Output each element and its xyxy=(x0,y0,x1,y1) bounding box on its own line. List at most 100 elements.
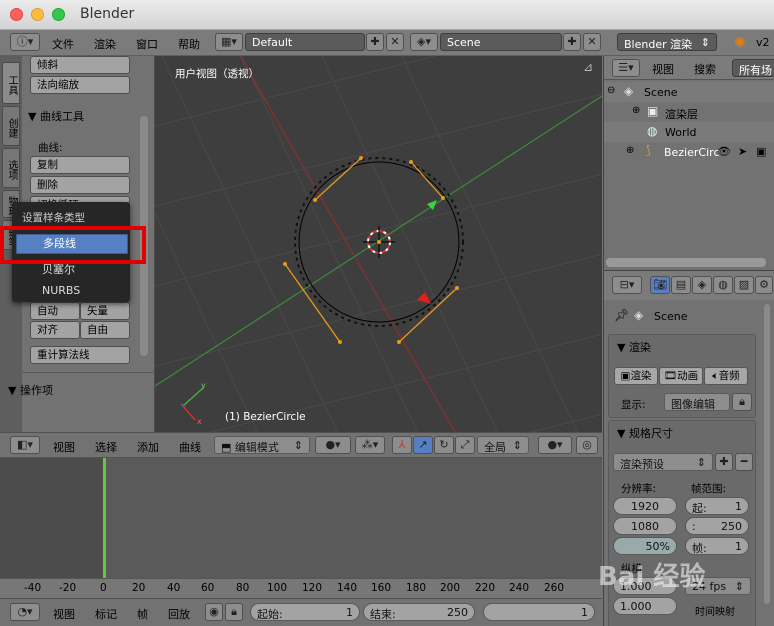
scale-icon[interactable]: ⤢ xyxy=(455,436,475,454)
add-screen-icon[interactable]: ✚ xyxy=(366,33,384,51)
delete-button[interactable]: 删除 xyxy=(30,176,130,194)
object-tab-icon[interactable]: ▨ xyxy=(734,276,754,294)
timeline-ruler[interactable]: -40 -20 0 20 40 60 80 100 120 140 160 18… xyxy=(0,578,602,598)
mode-select[interactable]: ⬒ 编辑模式 ⇕ xyxy=(214,436,310,454)
dimensions-panel-header[interactable]: ▼ 规格尺寸 xyxy=(617,425,673,441)
curve-tools-header[interactable]: ▼ 曲线工具 xyxy=(28,108,84,124)
current-frame-field[interactable]: 1 xyxy=(483,603,595,621)
render-camera-icon[interactable]: ▣ xyxy=(756,145,766,158)
menu-render[interactable]: 渲染 xyxy=(94,36,116,52)
render-tab-icon[interactable]: 📷︎ xyxy=(650,276,670,294)
control-point[interactable] xyxy=(441,196,445,200)
editor-type-info-icon[interactable]: ⓘ▾ xyxy=(10,33,40,51)
viewport-corner-icon[interactable]: ⊿ xyxy=(583,60,593,74)
tab-create[interactable]: 创建 xyxy=(2,106,20,146)
properties-scrollbar[interactable] xyxy=(764,304,770,604)
tab-tools[interactable]: 工具 xyxy=(2,62,20,104)
layer-icon[interactable]: ●▾ xyxy=(538,436,572,454)
resolution-percent-slider[interactable]: 50% xyxy=(613,537,677,555)
lock-interface-icon[interactable]: 🔒︎ xyxy=(732,393,752,411)
translate-icon[interactable]: ↗ xyxy=(413,436,433,454)
viewport-canvas[interactable]: y x xyxy=(155,56,602,432)
timeline-area[interactable]: -40 -20 0 20 40 60 80 100 120 140 160 18… xyxy=(0,458,602,598)
select-cursor-icon[interactable]: ➤ xyxy=(738,145,747,158)
screen-layout-field[interactable]: Default xyxy=(245,33,365,51)
control-point[interactable] xyxy=(409,160,413,164)
orientation-select[interactable]: 全局 ⇕ xyxy=(477,436,529,454)
render-panel-header[interactable]: ▼ 渲染 xyxy=(617,339,651,355)
menu-add[interactable]: 添加 xyxy=(137,439,159,455)
end-frame-field[interactable]: 结束: 250 xyxy=(363,603,475,621)
lock-icon[interactable]: 🔒︎ xyxy=(225,603,243,621)
outliner-menu-search[interactable]: 搜索 xyxy=(694,61,716,77)
control-point[interactable] xyxy=(283,262,287,266)
resolution-x-field[interactable]: 1920 xyxy=(613,497,677,515)
minimize-window-button[interactable] xyxy=(31,8,44,21)
control-point[interactable] xyxy=(313,198,317,202)
current-frame-indicator[interactable] xyxy=(103,458,106,598)
3d-viewport[interactable]: y x 用户视图（透视） (1) BezierCircle ⊿ xyxy=(155,56,602,432)
screen-layout-icon[interactable]: ▦▾ xyxy=(215,33,243,51)
editor-type-outliner-icon[interactable]: ☰▾ xyxy=(612,59,640,77)
outliner-row-scene[interactable]: ⊖ ◈ Scene xyxy=(604,82,774,102)
remove-screen-icon[interactable]: ✕ xyxy=(386,33,404,51)
aspect-y-field[interactable]: 1.000 xyxy=(613,597,677,615)
add-scene-icon[interactable]: ✚ xyxy=(563,33,581,51)
scene-icon[interactable]: ◈▾ xyxy=(410,33,438,51)
pin-icon[interactable]: 📌︎ xyxy=(614,308,629,322)
menu-frame[interactable]: 帧 xyxy=(137,606,148,622)
menu-select[interactable]: 选择 xyxy=(95,439,117,455)
record-icon[interactable]: ◉ xyxy=(205,603,223,621)
pivot-icon[interactable]: ⁂▾ xyxy=(355,436,385,454)
render-button[interactable]: ▣渲染 xyxy=(614,367,658,385)
control-point[interactable] xyxy=(359,156,363,160)
handle-align-button[interactable]: 对齐 xyxy=(30,321,80,339)
render-layers-tab-icon[interactable]: ▤ xyxy=(671,276,691,294)
control-point[interactable] xyxy=(338,340,342,344)
editor-type-properties-icon[interactable]: ⊟▾ xyxy=(612,276,642,294)
start-frame-field[interactable]: 起始: 1 xyxy=(250,603,360,621)
frame-step-field[interactable]: 帧: 1 xyxy=(685,537,749,555)
manipulator-icon[interactable]: ⅄ xyxy=(392,436,412,454)
handle-auto-button[interactable]: 自动 xyxy=(30,302,80,320)
rotate-icon[interactable]: ↻ xyxy=(434,436,454,454)
handle-free-button[interactable]: 自由 xyxy=(80,321,130,339)
frame-start-field[interactable]: 起: 1 xyxy=(685,497,749,515)
remove-scene-icon[interactable]: ✕ xyxy=(583,33,601,51)
outliner-row-render-layers[interactable]: ⊕ ▣ 渲染层 xyxy=(604,102,774,122)
menu-curve[interactable]: 曲线 xyxy=(179,439,201,455)
visibility-eye-icon[interactable]: 👁︎ xyxy=(717,145,731,158)
normal-scale-button[interactable]: 法向缩放 xyxy=(30,76,130,94)
outliner-menu-view[interactable]: 视图 xyxy=(652,61,674,77)
outliner-filter-select[interactable]: 所有场 xyxy=(732,59,774,77)
menu-view[interactable]: 视图 xyxy=(53,439,75,455)
outliner-row-world[interactable]: ◍ World xyxy=(604,122,774,142)
menu-file[interactable]: 文件 xyxy=(52,36,74,52)
display-select[interactable]: 图像编辑 xyxy=(664,393,730,411)
render-engine-select[interactable]: Blender 渲染 ⇕ xyxy=(617,33,717,51)
modifiers-tab-icon[interactable]: ⚙ xyxy=(755,276,773,294)
control-point[interactable] xyxy=(397,340,401,344)
shading-icon[interactable]: ●▾ xyxy=(315,436,351,454)
add-preset-icon[interactable]: ✚ xyxy=(715,453,733,471)
menu-window[interactable]: 窗口 xyxy=(136,36,158,52)
audio-button[interactable]: 🔈︎音频 xyxy=(704,367,748,385)
menu-help[interactable]: 帮助 xyxy=(178,36,200,52)
recalc-normals-button[interactable]: 重计算法线 xyxy=(30,346,130,364)
world-tab-icon[interactable]: ◍ xyxy=(713,276,733,294)
duplicate-button[interactable]: 复制 xyxy=(30,156,130,174)
spline-type-nurbs[interactable]: NURBS xyxy=(42,284,80,297)
control-point[interactable] xyxy=(455,286,459,290)
menu-marker[interactable]: 标记 xyxy=(95,606,117,622)
expand-icon[interactable]: ⊕ xyxy=(632,105,640,116)
tilt-button[interactable]: 倾斜 xyxy=(30,56,130,74)
expand-icon[interactable]: ⊕ xyxy=(626,145,634,156)
render-preset-select[interactable]: 渲染预设 ⇕ xyxy=(613,453,713,471)
tab-options[interactable]: 选项 xyxy=(2,148,20,188)
outliner-scrollbar[interactable] xyxy=(606,258,766,267)
frame-end-field[interactable]: : 250 xyxy=(685,517,749,535)
operator-header[interactable]: ▼ 操作项 xyxy=(8,382,53,398)
menu-playback[interactable]: 回放 xyxy=(168,606,190,622)
scene-field[interactable]: Scene xyxy=(440,33,562,51)
animation-button[interactable]: 🎞︎动画 xyxy=(659,367,703,385)
